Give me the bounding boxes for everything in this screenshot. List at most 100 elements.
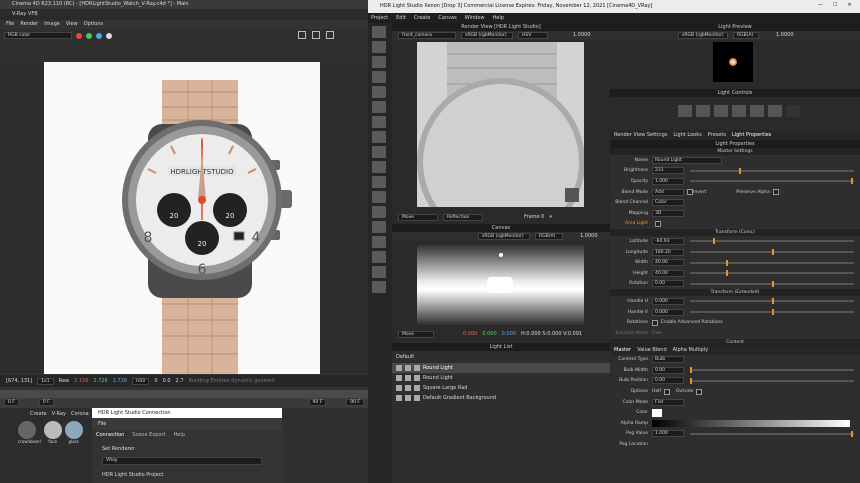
content-tab-alpha-multiply[interactable]: Alpha Multiply: [673, 347, 709, 353]
tool-fill-icon[interactable]: [372, 116, 386, 128]
blend-mode-select[interactable]: Add: [652, 188, 684, 196]
peg-value-slider[interactable]: [690, 430, 854, 437]
height-slider[interactable]: [690, 270, 854, 277]
height-field[interactable]: 40.00: [652, 269, 684, 277]
mat-menu-vray[interactable]: V-Ray: [52, 411, 66, 417]
handle-v-slider[interactable]: [690, 309, 854, 316]
solo-icon[interactable]: [405, 375, 411, 381]
name-field[interactable]: Round Light: [652, 156, 722, 164]
tool-paint-icon[interactable]: [372, 26, 386, 38]
half-checkbox[interactable]: [663, 388, 670, 395]
rv-tool-select[interactable]: Move: [398, 214, 438, 221]
control-scale-icon[interactable]: [696, 105, 710, 117]
content-tab-value-blend[interactable]: Value Blend: [637, 347, 667, 353]
menu-help[interactable]: Help: [493, 13, 504, 23]
control-pen-icon[interactable]: [786, 105, 800, 117]
content-tab-master[interactable]: Master: [614, 347, 631, 353]
pause-icon[interactable]: ⏸: [549, 213, 552, 222]
tool-crop-icon[interactable]: [372, 266, 386, 278]
tool-bar-icon[interactable]: [372, 146, 386, 158]
render-icon[interactable]: [326, 31, 334, 39]
canvas-tool-select[interactable]: Move: [398, 331, 434, 338]
close-icon[interactable]: ✕: [847, 2, 851, 8]
bulb-position-field[interactable]: 0.00: [652, 377, 684, 385]
control-aim-icon[interactable]: [768, 105, 782, 117]
rv-target-select[interactable]: Reflection: [443, 214, 483, 221]
light-group-default[interactable]: Default: [392, 351, 610, 363]
visibility-icon[interactable]: [396, 395, 402, 401]
tool-panel-icon[interactable]: [372, 176, 386, 188]
canvas-view[interactable]: [417, 245, 584, 327]
tool-target-icon[interactable]: [372, 86, 386, 98]
menu-canvas[interactable]: Canvas: [438, 13, 456, 23]
mat-menu-corona[interactable]: Corona: [71, 411, 89, 417]
minimize-icon[interactable]: —: [818, 2, 823, 8]
preserve-alpha-checkbox[interactable]: [773, 189, 780, 196]
width-slider[interactable]: [690, 259, 854, 266]
tool-pen-icon[interactable]: [372, 236, 386, 248]
handle-v-field[interactable]: 0.000: [652, 308, 684, 316]
peg-value-field[interactable]: 1.000: [652, 430, 684, 438]
vfb-menu-options[interactable]: Options: [84, 20, 103, 29]
tool-erase-icon[interactable]: [372, 56, 386, 68]
tab-light-looks[interactable]: Light Looks: [673, 130, 701, 140]
zoom-select[interactable]: 1x1: [37, 377, 54, 385]
lock-icon[interactable]: [414, 375, 420, 381]
lock-icon[interactable]: [414, 385, 420, 391]
control-spread-icon[interactable]: [732, 105, 746, 117]
material-face[interactable]: face: [43, 421, 62, 445]
area-light-checkbox[interactable]: [655, 220, 661, 227]
section-transform-extended[interactable]: Transform (Extended): [610, 289, 860, 297]
bulb-position-slider[interactable]: [690, 377, 854, 384]
rotation-slider[interactable]: [690, 280, 854, 287]
light-item-square[interactable]: Square Large Rad: [392, 383, 610, 393]
tool-light-icon[interactable]: [372, 71, 386, 83]
tool-frame-icon[interactable]: [372, 191, 386, 203]
rv-colorspace-select[interactable]: sRGB (rgbMonitor): [461, 32, 513, 39]
visibility-icon[interactable]: [396, 365, 402, 371]
render-view-image[interactable]: [417, 42, 584, 207]
vfb-menu-image[interactable]: Image: [44, 20, 60, 29]
section-master[interactable]: Master Settings: [610, 148, 860, 155]
tool-square-icon[interactable]: [372, 221, 386, 233]
max-frame-field[interactable]: 90 F: [346, 399, 364, 406]
start-frame-field[interactable]: 0 F: [4, 399, 19, 406]
solo-icon[interactable]: [405, 365, 411, 371]
current-frame-field[interactable]: 0 F: [38, 399, 54, 406]
tool-move-icon[interactable]: [372, 101, 386, 113]
tool-camera-icon[interactable]: [372, 281, 386, 293]
preview-mode-select[interactable]: RGB(A): [733, 32, 759, 39]
tool-eyedropper-icon[interactable]: [372, 251, 386, 263]
alpha-channel-icon[interactable]: [106, 32, 112, 39]
bulb-width-field[interactable]: 0.00: [652, 366, 684, 374]
light-item-round-2[interactable]: Round Light: [392, 373, 610, 383]
camera-select[interactable]: front_camera: [398, 32, 456, 39]
opacity-field[interactable]: 1.000: [652, 177, 684, 185]
brightness-slider[interactable]: [690, 167, 854, 174]
solo-icon[interactable]: [405, 395, 411, 401]
longitude-field[interactable]: 180.20: [652, 248, 684, 256]
tab-scene-export[interactable]: Scene Export: [132, 432, 165, 438]
colorspace-select[interactable]: HSV: [132, 377, 150, 385]
longitude-slider[interactable]: [690, 249, 854, 256]
blue-channel-icon[interactable]: [96, 32, 102, 39]
menu-edit[interactable]: Edit: [396, 13, 406, 23]
light-item-background[interactable]: Default Gradient Background: [392, 393, 610, 403]
mapping-select[interactable]: 3D: [652, 209, 684, 217]
width-field[interactable]: 40.00: [652, 259, 684, 267]
control-target-icon[interactable]: [750, 105, 764, 117]
material-crownbezel[interactable]: crownbezel: [18, 421, 41, 445]
region-icon[interactable]: [312, 31, 320, 39]
rotation-mode-select[interactable]: Free: [652, 331, 662, 336]
vfb-render-view[interactable]: 20 20 20 HDRLIGHTSTUDIO 6 4 8: [44, 62, 320, 374]
light-item-round-1[interactable]: Round Light: [392, 363, 610, 373]
save-image-icon[interactable]: [298, 31, 306, 39]
green-channel-icon[interactable]: [86, 32, 92, 39]
canvas-colorspace-select[interactable]: sRGB (rgbMonitor): [478, 233, 530, 240]
section-transform-conic[interactable]: Transform (Conic): [610, 229, 860, 237]
lock-icon[interactable]: [414, 395, 420, 401]
visibility-icon[interactable]: [396, 385, 402, 391]
bulb-width-slider[interactable]: [690, 367, 854, 374]
adv-rotations-checkbox[interactable]: [652, 319, 658, 326]
section-content[interactable]: Content: [610, 338, 860, 346]
